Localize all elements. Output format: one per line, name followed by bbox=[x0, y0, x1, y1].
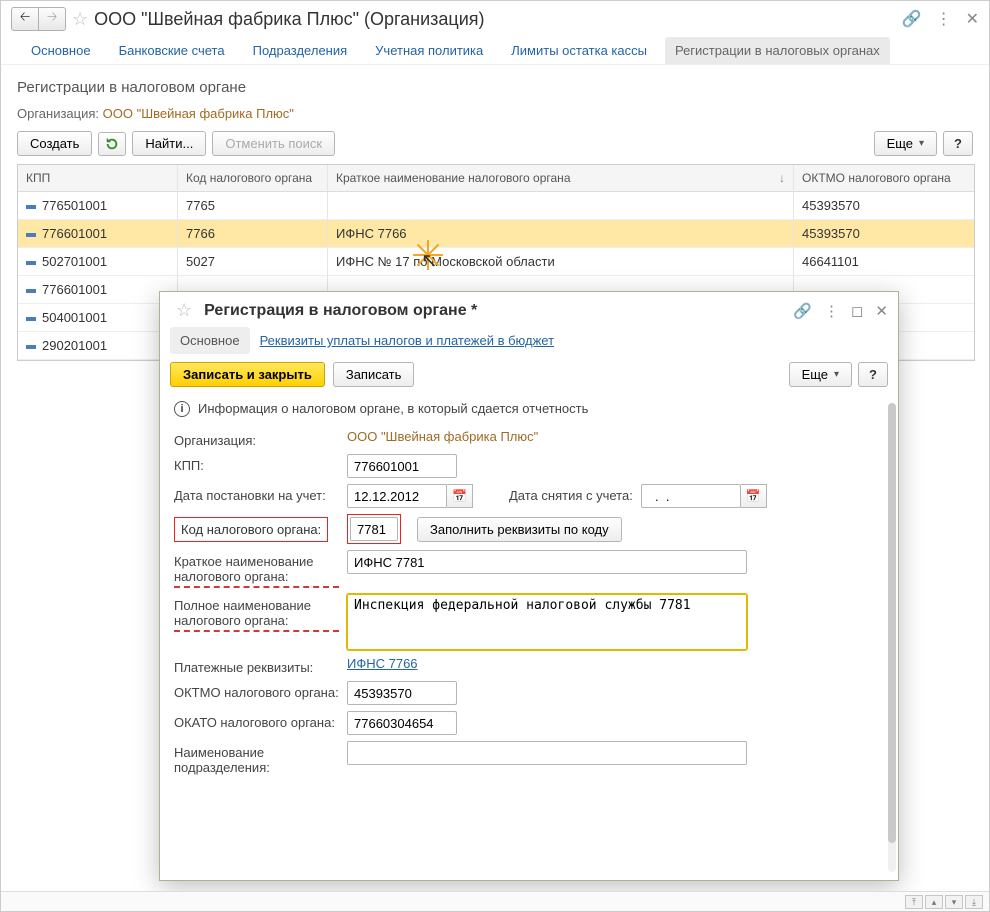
table-row[interactable]: 776501001776545393570 bbox=[18, 192, 974, 220]
info-text: Информация о налоговом органе, в который… bbox=[198, 401, 588, 416]
label-kpp: КПП: bbox=[174, 454, 339, 473]
refresh-button[interactable] bbox=[98, 132, 126, 156]
label-reg-date: Дата постановки на учет: bbox=[174, 484, 339, 503]
tab-main[interactable]: Основное bbox=[21, 37, 101, 64]
col-kpp[interactable]: КПП bbox=[18, 165, 178, 191]
row-marker-icon bbox=[26, 345, 36, 349]
input-oktmo[interactable] bbox=[347, 681, 457, 705]
modal-tab-main[interactable]: Основное bbox=[170, 327, 250, 354]
cancel-search-button[interactable]: Отменить поиск bbox=[212, 131, 335, 156]
section-title: Регистрации в налоговом органе bbox=[17, 79, 973, 96]
tab-bank-accounts[interactable]: Банковские счета bbox=[109, 37, 235, 64]
modal-help-button[interactable]: ? bbox=[858, 362, 888, 387]
save-button[interactable]: Записать bbox=[333, 362, 415, 387]
table-row[interactable]: 5027010015027ИФНС № 17 по Московской обл… bbox=[18, 248, 974, 276]
scroll-bottom-icon[interactable]: ⤓ bbox=[965, 895, 983, 909]
textarea-full-name[interactable] bbox=[347, 594, 747, 650]
create-button[interactable]: Создать bbox=[17, 131, 92, 156]
registration-modal: ☆ Регистрация в налоговом органе * 🔗 ⋮ ◻… bbox=[159, 291, 899, 881]
close-window-icon[interactable]: ✕ bbox=[966, 9, 979, 29]
find-button[interactable]: Найти... bbox=[132, 131, 206, 156]
label-subdivision: Наименование подразделения: bbox=[174, 741, 339, 775]
label-payment-requisites: Платежные реквизиты: bbox=[174, 656, 339, 675]
label-dereg-date: Дата снятия с учета: bbox=[509, 484, 633, 503]
input-dereg-date[interactable] bbox=[641, 484, 741, 508]
save-and-close-button[interactable]: Записать и закрыть bbox=[170, 362, 325, 387]
modal-favorite-star-icon[interactable]: ☆ bbox=[176, 300, 192, 321]
org-label: Организация: bbox=[17, 106, 99, 121]
value-organization: ООО "Швейная фабрика Плюс" bbox=[347, 429, 538, 444]
sort-indicator-icon: ↓ bbox=[779, 171, 785, 185]
input-kpp[interactable] bbox=[347, 454, 457, 478]
tab-subdivisions[interactable]: Подразделения bbox=[243, 37, 358, 64]
link-payment-requisites[interactable]: ИФНС 7766 bbox=[347, 656, 418, 671]
tab-tax-registrations[interactable]: Регистрации в налоговых органах bbox=[665, 37, 890, 64]
label-oktmo: ОКТМО налогового органа: bbox=[174, 681, 339, 700]
input-short-name[interactable] bbox=[347, 550, 747, 574]
input-reg-date[interactable] bbox=[347, 484, 447, 508]
tabs-bar: Основное Банковские счета Подразделения … bbox=[1, 33, 989, 65]
input-okato[interactable] bbox=[347, 711, 457, 735]
input-subdivision[interactable] bbox=[347, 741, 747, 765]
label-full-name: Полное наименование налогового органа: bbox=[174, 594, 339, 632]
label-okato: ОКАТО налогового органа: bbox=[174, 711, 339, 730]
calendar-icon-2[interactable]: 📅 bbox=[741, 484, 767, 508]
help-button[interactable]: ? bbox=[943, 131, 973, 156]
modal-scroll-thumb[interactable] bbox=[888, 403, 896, 843]
modal-more-button[interactable]: Еще bbox=[789, 362, 852, 387]
refresh-icon bbox=[105, 137, 119, 151]
scroll-down-icon[interactable]: ▾ bbox=[945, 895, 963, 909]
more-button[interactable]: Еще bbox=[874, 131, 937, 156]
table-row[interactable]: 7766010017766ИФНС 776645393570 bbox=[18, 220, 974, 248]
modal-link-icon[interactable]: 🔗 bbox=[793, 302, 812, 320]
col-oktmo[interactable]: ОКТМО налогового органа bbox=[794, 165, 974, 191]
modal-close-icon[interactable]: ✕ bbox=[875, 302, 888, 320]
scroll-top-icon[interactable]: ⤒ bbox=[905, 895, 923, 909]
info-icon: i bbox=[174, 401, 190, 417]
kebab-menu-icon[interactable]: ⋮ bbox=[936, 9, 952, 29]
favorite-star-icon[interactable]: ☆ bbox=[72, 9, 88, 30]
scroll-up-icon[interactable]: ▴ bbox=[925, 895, 943, 909]
modal-tab-payment-details[interactable]: Реквизиты уплаты налогов и платежей в бю… bbox=[250, 327, 564, 354]
nav-back-button[interactable]: 🡠 bbox=[11, 7, 39, 31]
link-icon[interactable]: 🔗 bbox=[902, 9, 922, 29]
row-marker-icon bbox=[26, 261, 36, 265]
org-value: ООО "Швейная фабрика Плюс" bbox=[103, 106, 294, 121]
row-marker-icon bbox=[26, 289, 36, 293]
col-tax-code[interactable]: Код налогового органа bbox=[178, 165, 328, 191]
bottom-nav-bar: ⤒ ▴ ▾ ⤓ bbox=[1, 891, 989, 911]
input-tax-code[interactable] bbox=[350, 517, 398, 541]
modal-maximize-icon[interactable]: ◻ bbox=[851, 302, 863, 320]
row-marker-icon bbox=[26, 317, 36, 321]
label-short-name: Краткое наименование налогового органа: bbox=[174, 550, 339, 588]
fill-by-code-button[interactable]: Заполнить реквизиты по коду bbox=[417, 517, 622, 542]
nav-forward-button[interactable]: 🡢 bbox=[38, 7, 66, 31]
row-marker-icon bbox=[26, 205, 36, 209]
label-tax-code: Код налогового органа: bbox=[174, 517, 328, 542]
row-marker-icon bbox=[26, 233, 36, 237]
page-title: ООО "Швейная фабрика Плюс" (Организация) bbox=[94, 9, 484, 30]
calendar-icon[interactable]: 📅 bbox=[447, 484, 473, 508]
tab-accounting-policy[interactable]: Учетная политика bbox=[365, 37, 493, 64]
modal-title: Регистрация в налоговом органе * bbox=[204, 302, 477, 320]
label-organization: Организация: bbox=[174, 429, 339, 448]
tab-cash-limits[interactable]: Лимиты остатка кассы bbox=[501, 37, 657, 64]
modal-kebab-icon[interactable]: ⋮ bbox=[824, 302, 839, 320]
col-short-name[interactable]: Краткое наименование налогового органа↓ bbox=[328, 165, 794, 191]
